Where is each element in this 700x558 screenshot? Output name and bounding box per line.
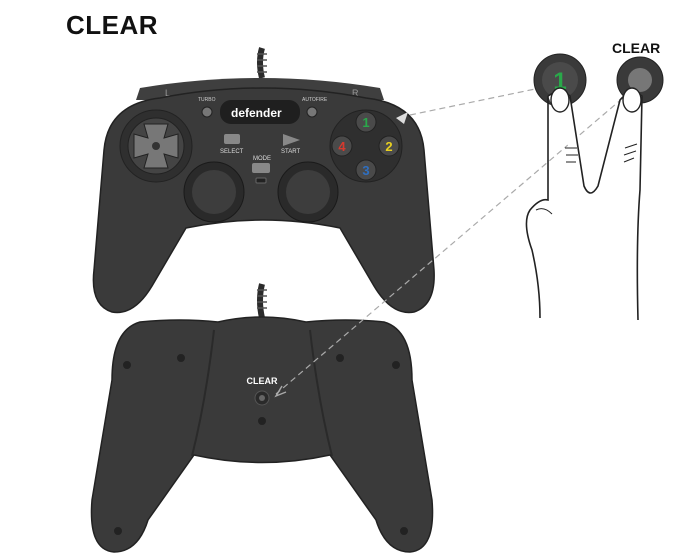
instruction-diagram: CLEAR CLEAR L R defender TURBO AUTOFIRE bbox=[0, 0, 700, 558]
right-stick[interactable] bbox=[286, 170, 330, 214]
thumb-crease bbox=[535, 208, 553, 215]
autofire-label: AUTOFIRE bbox=[302, 97, 328, 103]
gamepad-front: L R defender TURBO AUTOFIRE SELECT START… bbox=[92, 47, 435, 314]
face-button-3[interactable]: 3 bbox=[355, 159, 377, 181]
screw-hole bbox=[123, 361, 131, 369]
screw-hole bbox=[392, 361, 400, 369]
face-button-1[interactable]: 1 bbox=[355, 111, 377, 133]
hand-fingers bbox=[547, 91, 643, 321]
screw-hole bbox=[258, 417, 266, 425]
face-button-2[interactable]: 2 bbox=[378, 135, 400, 157]
hand-illustration: 1 bbox=[525, 53, 664, 321]
hand-outline-left bbox=[525, 96, 549, 319]
mode-label: MODE bbox=[253, 156, 271, 162]
gamepad-back: CLEAR bbox=[90, 283, 434, 553]
select-button[interactable] bbox=[224, 134, 240, 144]
face-button-4-label: 4 bbox=[338, 139, 346, 154]
screw-hole bbox=[114, 527, 122, 535]
face-button-2-label: 2 bbox=[385, 139, 392, 154]
back-clear-label: CLEAR bbox=[247, 376, 278, 386]
start-label: START bbox=[281, 149, 300, 155]
face-button-4[interactable]: 4 bbox=[331, 135, 353, 157]
turbo-label: TURBO bbox=[198, 97, 216, 103]
guide-line-button1 bbox=[409, 87, 541, 116]
face-button-3-label: 3 bbox=[362, 163, 369, 178]
dpad-center bbox=[152, 142, 160, 150]
diagram-canvas: L R defender TURBO AUTOFIRE SELECT START… bbox=[90, 47, 664, 553]
left-stick[interactable] bbox=[192, 170, 236, 214]
turbo-button[interactable] bbox=[201, 106, 213, 118]
autofire-button[interactable] bbox=[306, 106, 318, 118]
select-label: SELECT bbox=[220, 149, 244, 155]
fingertip-middle bbox=[622, 87, 642, 113]
gamepad-back-body bbox=[90, 316, 434, 553]
mode-led bbox=[255, 177, 267, 184]
face-button-1-label: 1 bbox=[362, 115, 369, 130]
brand-logo: defender bbox=[231, 106, 282, 120]
cable-back bbox=[257, 283, 265, 319]
cable-front bbox=[257, 47, 265, 79]
mode-button[interactable] bbox=[252, 163, 270, 173]
screw-hole bbox=[336, 354, 344, 362]
screw-hole bbox=[400, 527, 408, 535]
screw-hole bbox=[177, 354, 185, 362]
fingertip-index bbox=[550, 87, 570, 113]
clear-button-center bbox=[259, 395, 265, 401]
